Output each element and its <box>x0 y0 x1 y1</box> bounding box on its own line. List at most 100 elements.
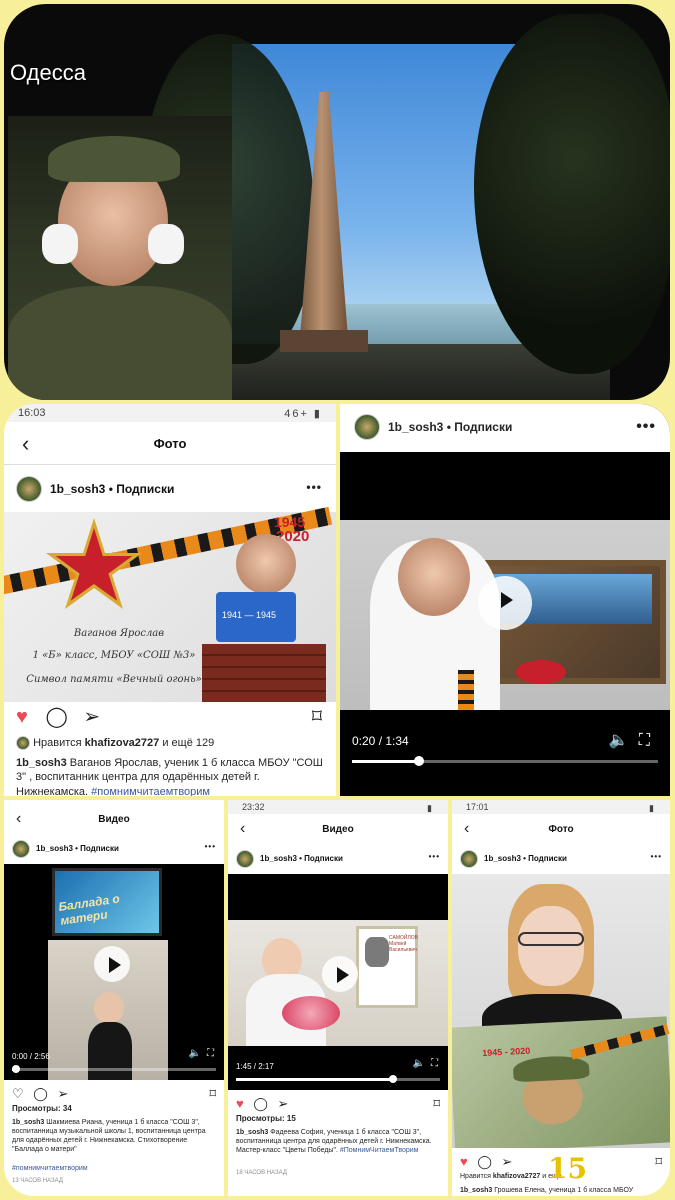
comment-icon[interactable]: ◯ <box>477 1154 492 1169</box>
progress-knob[interactable] <box>389 1075 398 1083</box>
play-icon[interactable] <box>322 956 358 992</box>
post-caption: 1b_sosh3 Грошева Елена, ученица 1 б клас… <box>460 1186 660 1195</box>
back-arrow-icon[interactable]: ‹ <box>464 820 469 838</box>
likes-line: Нравится khafizova2727 и ещё 129 <box>16 736 326 751</box>
video-post-screenshot-2: ‹ Видео 1b_sosh3 • Подписки ••• Баллада … <box>4 800 224 1196</box>
video-post-screenshot-3: 23:32 ▮ ‹ Видео 1b_sosh3 • Подписки ••• … <box>228 800 448 1196</box>
drawing: 1945 - 2020 <box>452 1016 670 1148</box>
post-actions: ♡ ◯ ➢ <box>12 1086 68 1102</box>
video-controls: 🔈⛶ <box>413 1058 444 1069</box>
post-header: 1b_sosh3 • Подписки ••• <box>4 476 336 504</box>
likes-count: 15 <box>548 1152 587 1185</box>
share-send-icon[interactable]: ➢ <box>83 706 100 728</box>
video-time: 0:20 / 1:34 <box>352 734 409 748</box>
drawing-ribbon <box>570 1024 670 1060</box>
caption-user[interactable]: 1b_sosh3 <box>460 1187 492 1194</box>
photo-post-screenshot-2: 17:01 ▮ ‹ Фото 1b_sosh3 • Подписки ••• 1… <box>452 800 670 1196</box>
account-name[interactable]: 1b_sosh3 • Подписки <box>50 482 174 496</box>
volume-icon[interactable]: 🔈 <box>609 732 639 749</box>
bookmark-icon[interactable]: ⌑ <box>312 704 322 729</box>
like-heart-icon[interactable]: ♥ <box>16 706 28 728</box>
likes-user[interactable]: khafizova2727 <box>85 737 160 749</box>
top-collage-image: Одесса <box>4 4 670 400</box>
fullscreen-icon[interactable]: ⛶ <box>639 732 660 749</box>
more-options-icon[interactable]: ••• <box>651 852 662 861</box>
likes-suffix: и ещё 129 <box>159 737 215 749</box>
back-arrow-icon[interactable]: ‹ <box>16 810 21 828</box>
caption-user[interactable]: 1b_sosh3 <box>12 1119 44 1126</box>
share-send-icon[interactable]: ➢ <box>502 1154 513 1169</box>
status-icons: ▮ <box>427 803 434 813</box>
post-actions: ♥ ◯ ➢ <box>16 704 100 729</box>
share-send-icon[interactable]: ➢ <box>57 1086 68 1101</box>
boy-photo <box>236 534 296 594</box>
progress-knob[interactable] <box>414 756 425 766</box>
poster-name: Ваганов Ярослав <box>73 628 165 639</box>
post-date: 18 ЧАСОВ НАЗАД <box>236 1170 287 1176</box>
bookmark-icon[interactable]: ⌑ <box>209 1086 216 1102</box>
avatar[interactable] <box>460 850 478 868</box>
caption-user[interactable]: 1b_sosh3 <box>16 757 67 769</box>
video-frame[interactable]: Баллада о матери 0:00 / 2:56 🔈⛶ <box>4 864 224 1080</box>
account-name[interactable]: 1b_sosh3 • Подписки <box>484 854 567 863</box>
girl-face <box>94 992 124 1024</box>
like-heart-icon[interactable]: ♡ <box>12 1086 24 1101</box>
status-time: 16:03 <box>18 407 46 419</box>
likes-prefix: Нравится <box>33 737 85 749</box>
account-name[interactable]: 1b_sosh3 • Подписки <box>388 420 512 434</box>
drawing-years: 1945 - 2020 <box>481 1045 531 1059</box>
caption-user[interactable]: 1b_sosh3 <box>236 1129 268 1136</box>
play-icon[interactable] <box>478 576 532 630</box>
fullscreen-icon[interactable]: ⛶ <box>431 1058 444 1069</box>
video-progress[interactable] <box>352 756 658 766</box>
hair-bow-right <box>148 224 184 264</box>
more-options-icon[interactable]: ••• <box>306 480 322 494</box>
progress-knob[interactable] <box>12 1065 21 1073</box>
comment-icon[interactable]: ◯ <box>253 1096 268 1111</box>
caption-hashtag[interactable]: #помнимчитаемтворим <box>12 1164 214 1173</box>
back-arrow-icon[interactable]: ‹ <box>22 431 29 457</box>
comment-icon[interactable]: ◯ <box>33 1086 48 1101</box>
girl-face <box>518 906 584 986</box>
avatar[interactable] <box>354 414 380 440</box>
progress-fill <box>352 760 420 763</box>
video-progress[interactable] <box>236 1075 440 1083</box>
comment-icon[interactable]: ◯ <box>45 706 67 728</box>
like-heart-icon[interactable]: ♥ <box>236 1096 244 1111</box>
account-name[interactable]: 1b_sosh3 • Подписки <box>36 844 119 853</box>
video-frame[interactable]: САМОЙЛОВ Матвей Васильевич 1:45 / 2:17 🔈… <box>228 874 448 1090</box>
status-bar: 23:32 ▮ <box>228 800 448 814</box>
glasses <box>518 932 584 946</box>
fullscreen-icon[interactable]: ⛶ <box>207 1048 220 1059</box>
video-progress[interactable] <box>12 1065 216 1073</box>
caption-hashtag[interactable]: #ПомнимЧитаемТворим <box>340 1147 419 1154</box>
avatar[interactable] <box>236 850 254 868</box>
nav-title: Фото <box>153 436 187 451</box>
more-options-icon[interactable]: ••• <box>205 842 216 851</box>
play-icon[interactable] <box>94 946 130 982</box>
volume-icon[interactable]: 🔈 <box>413 1058 431 1069</box>
post-header: 1b_sosh3 • Подписки ••• <box>452 850 670 870</box>
uniform <box>8 286 232 400</box>
bookmark-icon[interactable]: ⌑ <box>655 1154 662 1170</box>
bookmark-icon[interactable]: ⌑ <box>433 1096 440 1112</box>
status-icons: ▮ <box>649 803 656 813</box>
volume-icon[interactable]: 🔈 <box>189 1048 207 1059</box>
screen-title: Баллада о матери <box>57 891 121 928</box>
avatar[interactable] <box>16 476 42 502</box>
back-arrow-icon[interactable]: ‹ <box>240 820 245 838</box>
caption-hashtag[interactable]: #помнимчитаемтворим <box>91 786 210 796</box>
likes-prefix: Нравится <box>460 1173 493 1180</box>
video-frame[interactable] <box>340 520 670 710</box>
like-heart-icon[interactable]: ♥ <box>460 1154 468 1169</box>
account-name[interactable]: 1b_sosh3 • Подписки <box>260 854 343 863</box>
more-options-icon[interactable]: ••• <box>636 418 656 436</box>
video-controls: 🔈⛶ <box>189 1048 220 1059</box>
video-time: 1:45 / 2:17 <box>236 1062 274 1071</box>
poster-theme: Символ памяти «Вечный огонь» <box>26 674 202 685</box>
more-options-icon[interactable]: ••• <box>429 852 440 861</box>
avatar[interactable] <box>12 840 30 858</box>
caption-text: Грошева Елена, ученица 1 б класса МБОУ <box>492 1187 634 1194</box>
likes-user[interactable]: khafizova2727 <box>493 1173 540 1180</box>
share-send-icon[interactable]: ➢ <box>278 1096 289 1111</box>
